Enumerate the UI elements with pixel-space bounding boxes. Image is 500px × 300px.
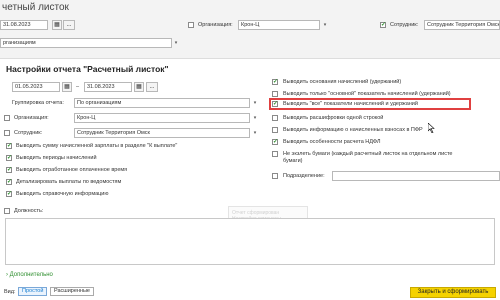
chevron-down-icon[interactable]: ▾	[252, 114, 258, 122]
employee-label: Сотрудник:	[14, 130, 43, 136]
option-checkbox-ndfl-features[interactable]	[272, 138, 278, 145]
period-dash: –	[76, 84, 80, 90]
employee-checkbox[interactable]	[4, 130, 10, 136]
option-checkbox-reference-info[interactable]	[6, 190, 12, 197]
option-checkbox-pfr-info[interactable]	[272, 127, 278, 133]
option-label: Детализировать выплаты по ведомостям	[16, 179, 122, 185]
organization-checkbox[interactable]	[4, 115, 10, 121]
option-checkbox-payments-detail[interactable]	[6, 178, 12, 185]
background-employee-checkbox[interactable]	[380, 21, 386, 28]
option-checkbox-all-indicators[interactable]	[272, 100, 278, 107]
background-org-checkbox[interactable]	[188, 22, 194, 28]
chevron-down-icon[interactable]: ▾	[252, 129, 258, 137]
option-checkbox-accrual-basis[interactable]	[272, 78, 278, 85]
option-label: Выводить сумму начисленной зарплаты в ра…	[16, 143, 178, 149]
subdivision-field[interactable]	[332, 171, 500, 181]
position-label: Должность:	[14, 208, 44, 214]
close-and-generate-button[interactable]: Закрыть и сформировать	[410, 287, 496, 298]
option-label: Выводить основания начислений (удержаний…	[283, 79, 402, 85]
option-checkbox-separate-sheet[interactable]	[272, 151, 278, 157]
mouse-cursor-icon	[428, 123, 435, 133]
chevron-down-icon[interactable]: ▾	[173, 39, 179, 47]
option-label: Выводить "все" показатели начислений и у…	[283, 101, 418, 107]
organization-label: Организация:	[14, 115, 49, 121]
background-org-label: Организация:	[198, 22, 233, 28]
more-settings-link[interactable]: › Дополнительно	[6, 272, 53, 278]
calendar-icon[interactable]: ▦	[62, 82, 72, 92]
panel-heading: Настройки отчета "Расчетный листок"	[6, 64, 169, 74]
chevron-down-icon[interactable]: ▾	[252, 99, 258, 107]
background-org-field[interactable]: Крон-Ц	[238, 20, 320, 30]
background-employee-label: Сотрудник:	[390, 22, 419, 28]
option-label: Выводить расшифровки одной строкой	[283, 115, 384, 121]
period-from-field[interactable]: 01.05.2023	[12, 82, 60, 92]
position-textarea[interactable]	[5, 218, 495, 265]
option-label: Не экзлеть бумаги (каждый расчетный лист…	[283, 151, 453, 164]
option-label: Выводить справочную информацию	[16, 191, 109, 197]
view-advanced-toggle[interactable]: Расширенные	[50, 287, 94, 296]
option-checkbox-worked-time[interactable]	[6, 166, 12, 173]
option-label: Выводить отработанное оплаченное время	[16, 167, 128, 173]
background-grouping-field[interactable]: рганизациям	[0, 38, 172, 48]
calendar-icon[interactable]: ▦	[134, 82, 144, 92]
chevron-down-icon[interactable]: ▾	[322, 21, 328, 29]
employee-field[interactable]: Сотрудник Территория Омск	[74, 128, 250, 138]
period-ellipsis-button[interactable]: ...	[146, 82, 158, 92]
background-calendar-button[interactable]: ▦	[52, 20, 62, 30]
option-label: Выводить только "основной" показатель на…	[283, 91, 451, 97]
position-checkbox[interactable]	[4, 208, 10, 214]
option-checkbox-periods[interactable]	[6, 154, 12, 161]
grouping-select[interactable]: По организациям	[74, 98, 250, 108]
grouping-label: Группировка отчета:	[12, 100, 64, 106]
background-date-field[interactable]: 31.08.2023	[0, 20, 48, 30]
organization-field[interactable]: Крон-Ц	[74, 113, 250, 123]
period-to-field[interactable]: 31.08.2023	[84, 82, 132, 92]
option-checkbox-one-line[interactable]	[272, 115, 278, 121]
subdivision-label: Подразделение:	[283, 173, 325, 179]
option-label: Выводить особенности расчета НДФЛ	[283, 139, 381, 145]
background-ellipsis-button[interactable]: ...	[63, 20, 75, 30]
view-label: Вид:	[4, 289, 16, 295]
background-employee-field[interactable]: Сотрудник Территория Омск	[424, 20, 500, 30]
subdivision-checkbox[interactable]	[272, 173, 278, 179]
option-label: Выводить информацию о начисленных взноса…	[283, 127, 423, 133]
option-checkbox-main-indicator[interactable]	[272, 91, 278, 97]
more-settings-label: Дополнительно	[9, 272, 53, 278]
chevron-right-icon: ›	[6, 272, 8, 278]
view-simple-toggle[interactable]: Простой	[18, 287, 48, 296]
background-title: четный листок	[2, 2, 69, 13]
option-checkbox-salary-total[interactable]	[6, 142, 12, 149]
option-label: Выводить периоды начислений	[16, 155, 97, 161]
